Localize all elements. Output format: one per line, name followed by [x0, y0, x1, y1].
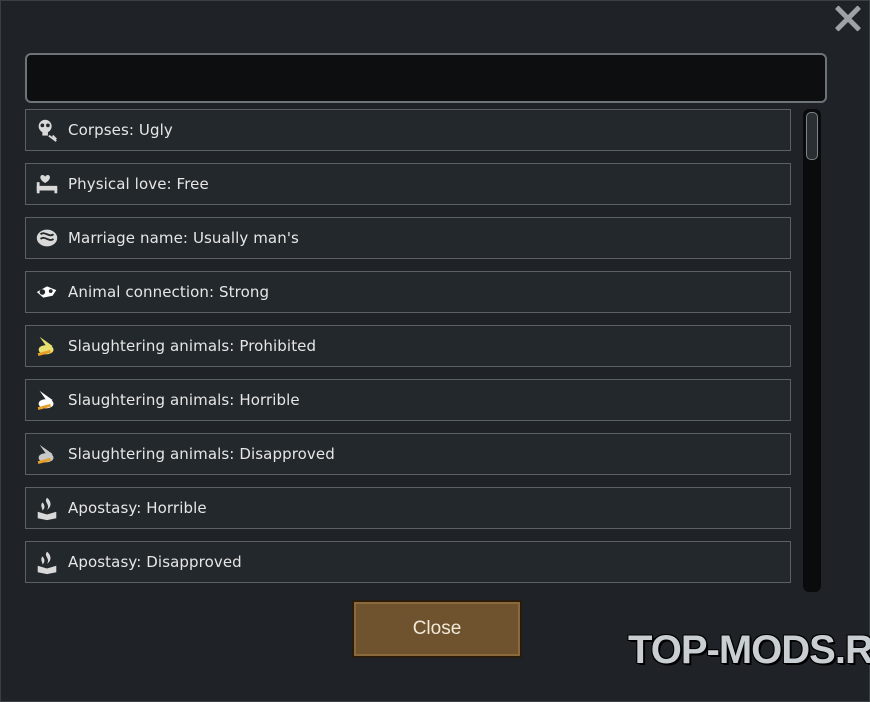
list-item[interactable]: Apostasy: Disapproved [25, 541, 791, 583]
list-item-label: Apostasy: Disapproved [68, 553, 242, 571]
list-item[interactable]: Corpses: Ugly [25, 109, 791, 151]
list-item[interactable]: Slaughtering animals: Prohibited [25, 325, 791, 367]
list-item-label: Corpses: Ugly [68, 121, 173, 139]
skull-icon [33, 116, 61, 144]
hand-paw-icon [33, 278, 61, 306]
scrollbar-thumb[interactable] [806, 112, 818, 160]
dialog-window: Corpses: Ugly Physical love: Free Marriage… [0, 0, 870, 702]
list-item-label: Marriage name: Usually man's [68, 229, 299, 247]
scrollbar[interactable] [803, 109, 821, 592]
precept-list[interactable]: Corpses: Ugly Physical love: Free Marriage… [25, 109, 797, 592]
search-input[interactable] [25, 53, 827, 103]
list-item-label: Slaughtering animals: Horrible [68, 391, 300, 409]
list-item[interactable]: Animal connection: Strong [25, 271, 791, 313]
list-item-label: Apostasy: Horrible [68, 499, 207, 517]
list-item[interactable]: Apostasy: Horrible [25, 487, 791, 529]
list-item[interactable]: Slaughtering animals: Disapproved [25, 433, 791, 475]
knife-animal-icon [33, 440, 61, 468]
knife-animal-icon [33, 386, 61, 414]
list-item[interactable]: Physical love: Free [25, 163, 791, 205]
burning-book-icon [33, 548, 61, 576]
knife-animal-icon [33, 332, 61, 360]
list-item[interactable]: Slaughtering animals: Horrible [25, 379, 791, 421]
bed-heart-icon [33, 170, 61, 198]
couple-scroll-icon [33, 224, 61, 252]
close-button[interactable]: Close [352, 600, 522, 658]
list-item-label: Animal connection: Strong [68, 283, 270, 301]
close-icon[interactable] [831, 2, 865, 36]
list-item[interactable]: Marriage name: Usually man's [25, 217, 791, 259]
list-item-label: Slaughtering animals: Disapproved [68, 445, 335, 463]
list-item-label: Physical love: Free [68, 175, 209, 193]
burning-book-icon [33, 494, 61, 522]
watermark: TOP-MODS.RU [628, 628, 870, 672]
list-item-label: Slaughtering animals: Prohibited [68, 337, 317, 355]
